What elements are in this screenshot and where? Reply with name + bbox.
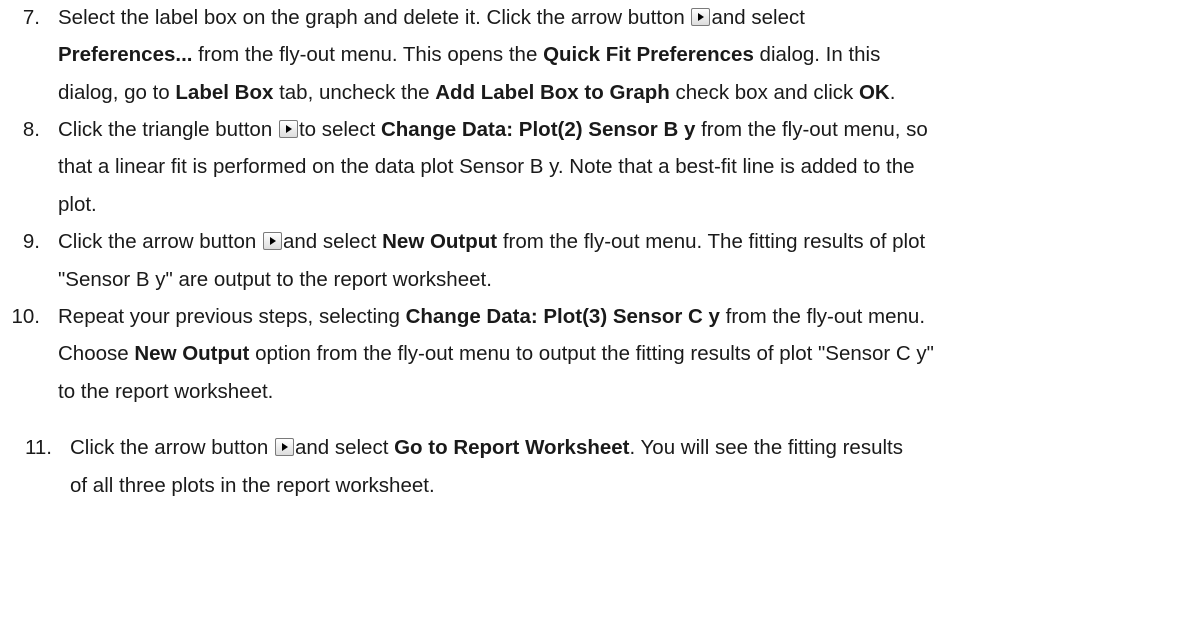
step-text-line: Choose New Output option from the fly-ou…	[58, 342, 934, 366]
bold-term: Add Label Box to Graph	[435, 81, 670, 104]
text-run: to select	[298, 118, 381, 141]
triangle-button-icon	[278, 120, 298, 138]
text-run: that a linear fit is performed on the da…	[58, 155, 915, 178]
step-number: 8.	[22, 118, 40, 141]
text-run: from the fly-out menu.	[719, 305, 926, 328]
bold-term: Change Data: Plot(2) Sensor B y	[380, 118, 696, 141]
text-run: Select the label box on the graph and de…	[58, 6, 691, 29]
step-text-line: Select the label box on the graph and de…	[58, 6, 805, 30]
step-text-line: that a linear fit is performed on the da…	[58, 155, 915, 179]
step-text-line: Click the triangle button to select Chan…	[58, 118, 928, 142]
text-run: of all three plots in the report workshe…	[70, 474, 435, 497]
step-number: 9.	[22, 230, 40, 253]
text-run: check box and click	[669, 81, 859, 104]
bold-term: Quick Fit Preferences	[543, 43, 754, 66]
step-text-line: Preferences... from the fly-out menu. Th…	[58, 43, 880, 67]
step-text-line: dialog, go to Label Box tab, uncheck the…	[58, 81, 895, 105]
text-run: Click the arrow button	[58, 230, 262, 253]
bold-term: Go to Report Worksheet	[394, 436, 630, 459]
text-run: Repeat your previous steps, selecting	[58, 305, 406, 328]
text-run: and select	[294, 436, 395, 459]
text-run: dialog. In this	[753, 43, 881, 66]
step-text-line: Click the arrow button and select New Ou…	[58, 230, 925, 254]
bold-term: OK	[858, 81, 890, 104]
step-number: 7.	[22, 6, 40, 29]
step-text-line: of all three plots in the report workshe…	[70, 474, 435, 498]
text-run: dialog, go to	[58, 81, 176, 104]
text-run: "Sensor B y" are output to the report wo…	[58, 268, 492, 291]
text-run: Choose	[58, 342, 135, 365]
text-run: from the fly-out menu. The fitting resul…	[497, 230, 926, 253]
text-run: and select	[711, 6, 805, 29]
text-run: Click the triangle button	[58, 118, 278, 141]
text-run: tab, uncheck the	[273, 81, 436, 104]
step-text-line: "Sensor B y" are output to the report wo…	[58, 268, 492, 292]
text-run: from the fly-out menu, so	[695, 118, 928, 141]
text-run: . You will see the fitting results	[629, 436, 904, 459]
step-text-line: Click the arrow button and select Go to …	[70, 436, 903, 460]
bold-term: Label Box	[175, 81, 274, 104]
text-run: and select	[282, 230, 383, 253]
bold-term: Change Data: Plot(3) Sensor C y	[405, 305, 720, 328]
step-text-line: Repeat your previous steps, selecting Ch…	[58, 305, 925, 329]
bold-term: New Output	[134, 342, 250, 365]
step-text-line: plot.	[58, 193, 97, 217]
text-run: .	[889, 81, 896, 104]
arrow-button-icon	[262, 232, 282, 250]
bold-term: New Output	[382, 230, 498, 253]
step-number: 11.	[25, 436, 52, 459]
arrow-button-icon	[274, 438, 294, 456]
arrow-button-icon	[691, 8, 711, 26]
step-number: 10.	[11, 305, 41, 328]
text-run: from the fly-out menu. This opens the	[192, 43, 544, 66]
text-run: to the report worksheet.	[58, 380, 274, 403]
step-text-line: to the report worksheet.	[58, 380, 273, 404]
text-run: plot.	[58, 193, 97, 216]
text-run: option from the fly-out menu to output t…	[249, 342, 934, 365]
bold-term: Preferences...	[58, 43, 193, 66]
text-run: Click the arrow button	[70, 436, 274, 459]
